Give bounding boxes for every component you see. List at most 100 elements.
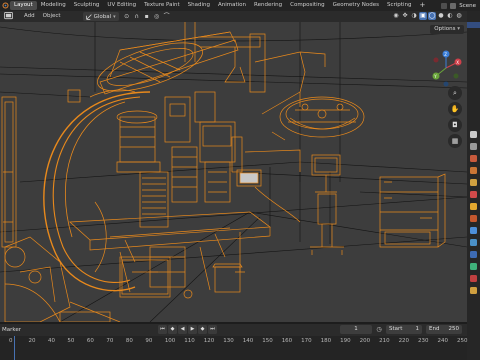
frame-tick: 120 (203, 338, 215, 344)
tool-properties-icon[interactable] (470, 131, 477, 138)
magnet-icon[interactable]: ∩ (133, 13, 141, 21)
selected-objects (1, 22, 446, 322)
tab-modeling[interactable]: Modeling (37, 1, 70, 10)
tab-animation[interactable]: Animation (214, 1, 250, 10)
3d-viewport[interactable]: Options ▾ X Z Y ⌕ ✋ ◘ ▦ (0, 22, 467, 322)
frame-tick: 160 (281, 338, 293, 344)
end-value: 250 (448, 326, 460, 332)
tab-uv-editing[interactable]: UV Editing (103, 1, 140, 10)
world-properties-icon[interactable] (470, 191, 477, 198)
particles-icon[interactable] (470, 227, 477, 234)
object-properties-icon[interactable] (470, 203, 477, 210)
proportional-icon[interactable]: ◎ (153, 13, 161, 21)
solid-shading-icon[interactable]: ● (437, 12, 445, 20)
scene-browse-icon[interactable] (450, 2, 457, 9)
options-label: Options (434, 26, 456, 32)
tab-scripting[interactable]: Scripting (383, 1, 415, 10)
frame-tick: 200 (359, 338, 371, 344)
menu-object[interactable]: Object (39, 12, 65, 21)
add-workspace-button[interactable]: + (415, 1, 425, 10)
jump-start-icon[interactable]: ⏮ (158, 325, 167, 334)
blender-menu-icon[interactable] (0, 1, 10, 10)
gizmo-neg-x[interactable] (433, 57, 439, 63)
marker-menu[interactable]: Marker (2, 324, 21, 336)
timeline-header: Marker ⏮ ◆ ◀ ▶ ◆ ⏭ 1 ◷ Start 1 End 250 (0, 324, 467, 336)
transform-orientation-dropdown[interactable]: Global ▾ (82, 12, 119, 21)
tab-compositing[interactable]: Compositing (286, 1, 328, 10)
tab-rendering[interactable]: Rendering (250, 1, 286, 10)
view-layer-icon[interactable] (470, 167, 477, 174)
playhead[interactable] (14, 336, 15, 360)
start-label: Start (389, 326, 403, 332)
properties-tabs (467, 11, 480, 360)
frame-tick: 100 (164, 338, 176, 344)
chevron-down-icon: ▾ (113, 13, 116, 20)
frame-tick: 20 (28, 338, 36, 344)
gizmo-y-label: Y (433, 74, 437, 79)
end-frame-field[interactable]: End 250 (426, 325, 462, 334)
grid-icon[interactable]: ▦ (448, 134, 462, 148)
material-shading-icon[interactable]: ◐ (446, 12, 454, 20)
scene-name[interactable]: Scene (459, 3, 476, 9)
overlay-icon[interactable]: ◑ (410, 12, 418, 20)
tab-shading[interactable]: Shading (184, 1, 214, 10)
visibility-icon[interactable]: ◉ (392, 12, 400, 20)
data-properties-icon[interactable] (470, 263, 477, 270)
shading-controls: ◉ ✥ ◑ ▣ ◯ ● ◐ ◍ (392, 12, 463, 20)
snapping-group: ⊙ ∩ ▪ ◎ ⌒ (123, 13, 171, 21)
gizmo-x-label: X (456, 60, 459, 65)
editor-type-icon[interactable] (0, 12, 20, 21)
snap-target-icon[interactable]: ▪ (143, 13, 151, 21)
scene-properties-icon[interactable] (470, 179, 477, 186)
modifier-properties-icon[interactable] (470, 215, 477, 222)
timeline-area[interactable]: 0 20 40 50 60 70 80 90 100 110 120 130 140 150 160 170 1… (0, 336, 468, 360)
gizmo-neg-z[interactable] (443, 81, 449, 87)
options-dropdown[interactable]: Options ▾ (430, 25, 464, 34)
jump-end-icon[interactable]: ⏭ (208, 325, 217, 334)
clock-icon[interactable]: ◷ (375, 326, 383, 334)
frame-tick: 210 (379, 338, 390, 344)
tab-texture-paint[interactable]: Texture Paint (140, 1, 184, 10)
constraints-icon[interactable] (470, 251, 477, 258)
frame-tick: 0 (9, 338, 13, 344)
render-shading-icon[interactable]: ◍ (455, 12, 463, 20)
scene-icon[interactable] (441, 2, 448, 9)
play-reverse-icon[interactable]: ◀ (178, 325, 187, 334)
xray-icon[interactable]: ▣ (419, 12, 427, 20)
start-frame-field[interactable]: Start 1 (386, 325, 422, 334)
gizmo-neg-y[interactable] (453, 73, 459, 79)
viewport-header: Add Object Global ▾ ⊙ ∩ ▪ ◎ ⌒ ◉ ✥ ◑ ▣ ◯ … (0, 11, 467, 22)
play-icon[interactable]: ▶ (188, 325, 197, 334)
wireframe-scene (0, 22, 467, 322)
orientation-icon (85, 13, 92, 20)
chevron-down-icon: ▾ (457, 26, 460, 32)
texture-properties-icon[interactable] (470, 287, 477, 294)
falloff-icon[interactable]: ⌒ (163, 13, 171, 21)
render-properties-icon[interactable] (470, 143, 477, 150)
zoom-icon[interactable]: ⌕ (448, 86, 462, 100)
workspace-tabs: Layout Modeling Sculpting UV Editing Texture… (10, 1, 415, 10)
frame-tick: 170 (301, 338, 312, 344)
wireframe-shading-icon[interactable]: ◯ (428, 12, 436, 20)
camera-icon[interactable]: ◘ (448, 118, 462, 132)
keyframe-next-icon[interactable]: ◆ (198, 325, 207, 334)
hand-icon[interactable]: ✋ (448, 102, 462, 116)
frame-tick: 190 (340, 338, 351, 344)
end-label: End (429, 326, 440, 332)
pivot-icon[interactable]: ⊙ (123, 13, 131, 21)
output-properties-icon[interactable] (470, 155, 477, 162)
tab-geometry-nodes[interactable]: Geometry Nodes (329, 1, 383, 10)
frame-tick: 220 (398, 338, 410, 344)
tab-sculpting[interactable]: Sculpting (70, 1, 104, 10)
frame-tick: 50 (67, 338, 75, 344)
physics-icon[interactable] (470, 239, 477, 246)
menu-add[interactable]: Add (20, 12, 39, 21)
outliner-selected-row[interactable] (467, 22, 480, 28)
gizmo-toggle-icon[interactable]: ✥ (401, 12, 409, 20)
tab-layout[interactable]: Layout (10, 1, 37, 10)
frame-tick: 140 (242, 338, 254, 344)
workspace-bar: Layout Modeling Sculpting UV Editing Texture… (0, 0, 480, 11)
material-properties-icon[interactable] (470, 275, 477, 282)
keyframe-prev-icon[interactable]: ◆ (168, 325, 177, 334)
current-frame-field[interactable]: 1 (340, 325, 372, 334)
